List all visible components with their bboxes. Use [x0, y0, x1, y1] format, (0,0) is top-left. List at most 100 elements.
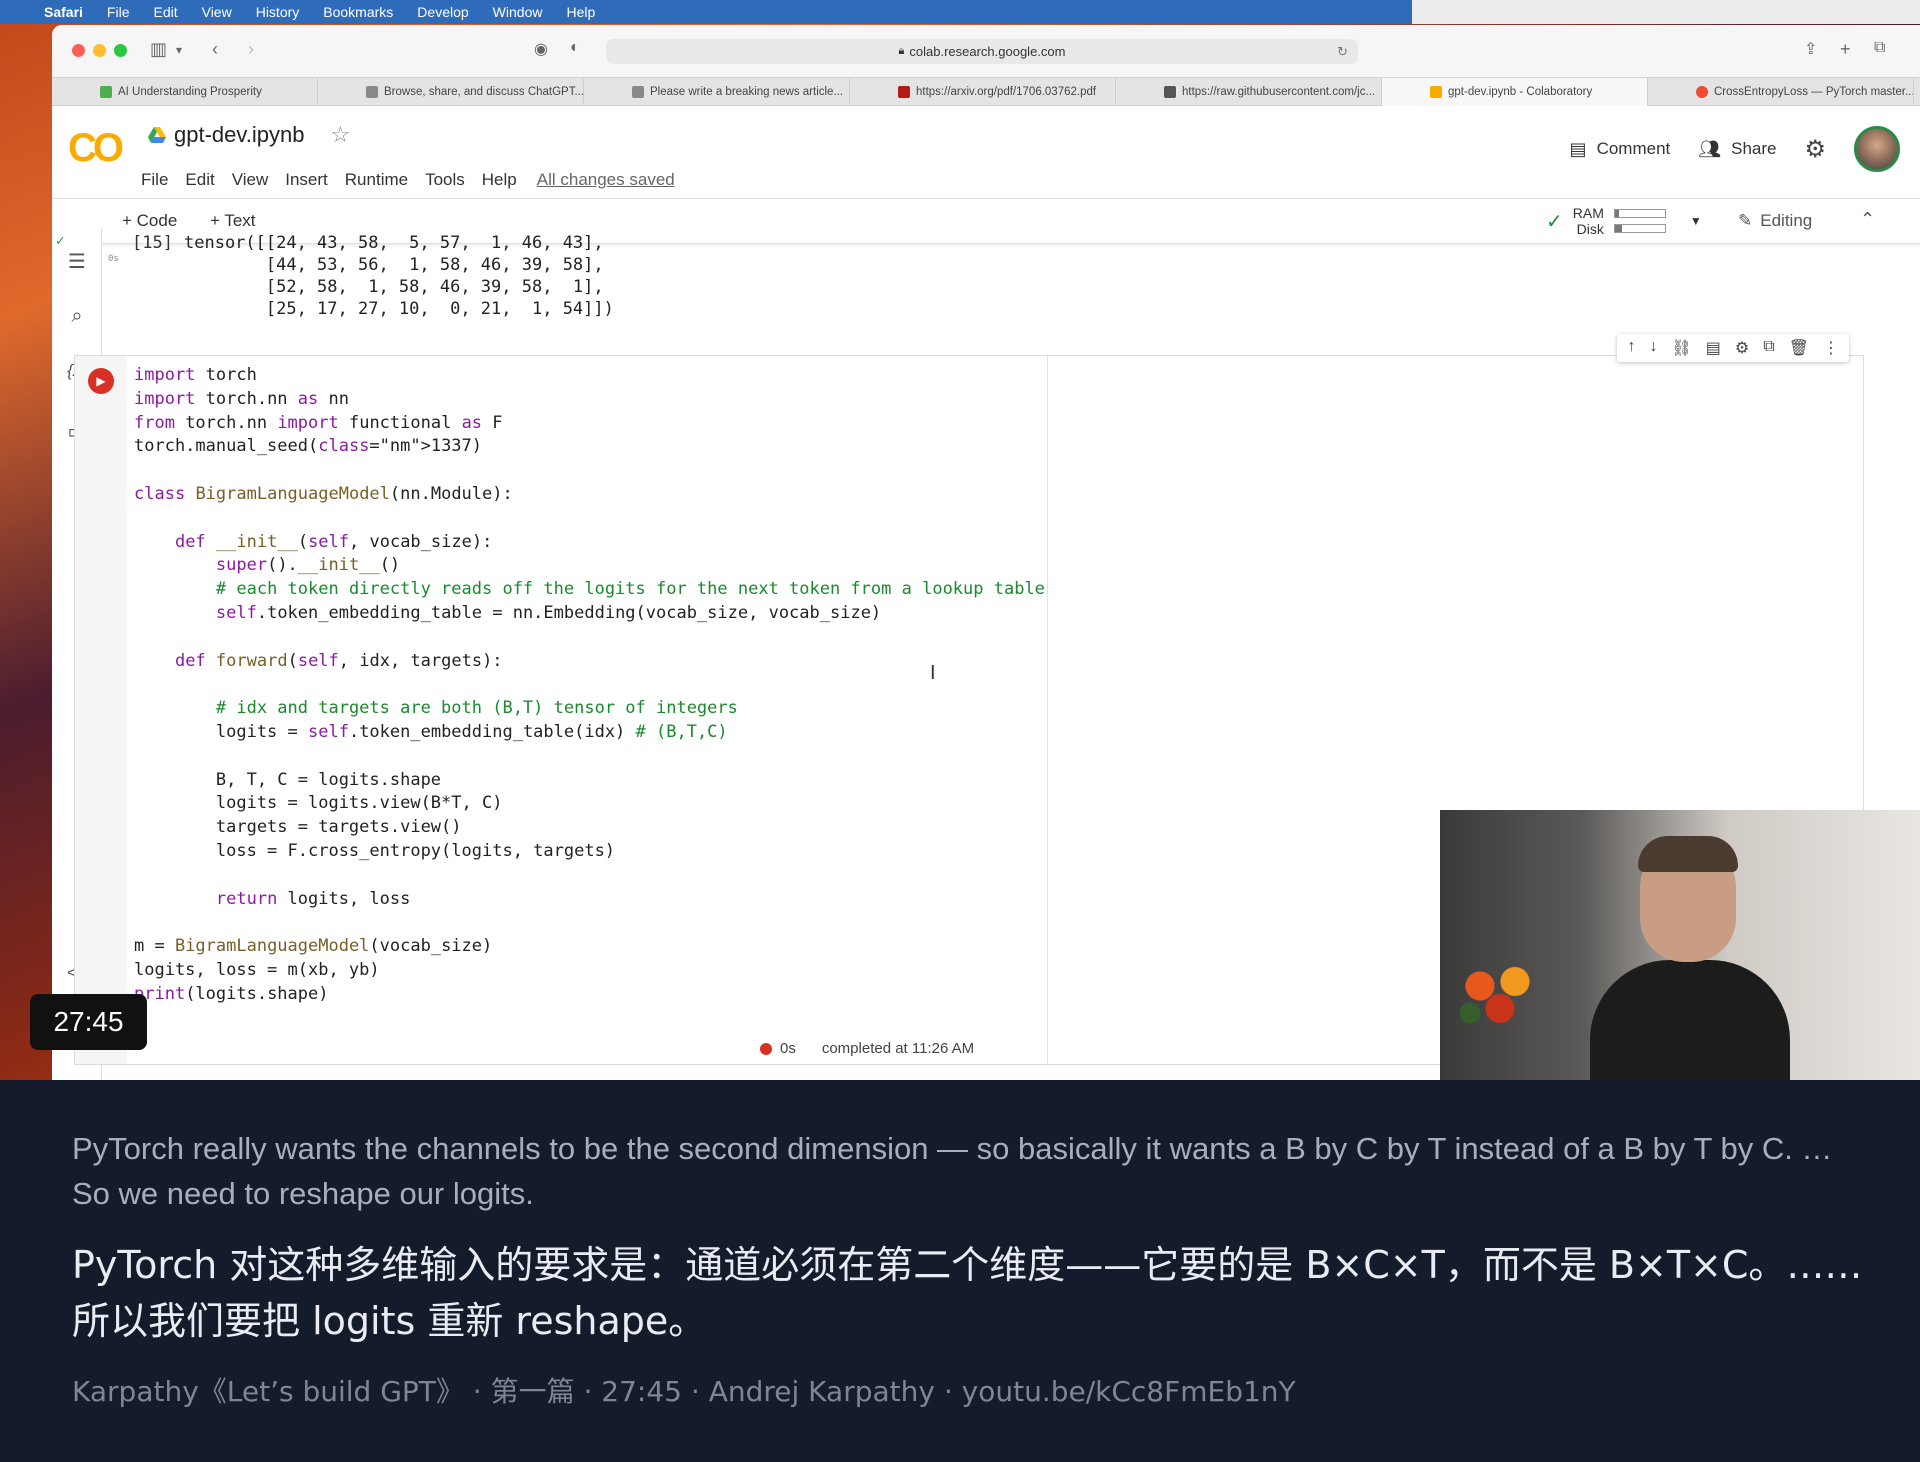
code-line[interactable]: torch.manual_seed(class="nm">1337) — [134, 435, 1045, 459]
code-line[interactable]: def forward(self, idx, targets): — [134, 650, 1045, 674]
tab-arxiv-pdf[interactable]: https://arxiv.org/pdf/1706.03762.pdf — [850, 78, 1116, 106]
code-line[interactable] — [134, 864, 1045, 888]
code-line[interactable]: logits = logits.view(B*T, C) — [134, 792, 1045, 816]
mirror-cell-icon[interactable]: ⧉ — [1763, 338, 1774, 358]
code-line[interactable]: class BigramLanguageModel(nn.Module): — [134, 483, 1045, 507]
colab-logo[interactable]: CO — [68, 126, 124, 171]
reload-icon[interactable]: ↻ — [1337, 44, 1348, 60]
editing-mode-button[interactable]: ✎ Editing — [1738, 211, 1812, 231]
run-cell-button[interactable]: ▶ — [88, 368, 114, 394]
comment-icon[interactable]: ▤ — [1706, 338, 1721, 358]
gear-icon[interactable]: ⚙ — [1804, 135, 1826, 164]
code-ruler — [1047, 356, 1048, 1064]
colab-menu-file[interactable]: File — [141, 170, 168, 190]
colab-menu-view[interactable]: View — [232, 170, 269, 190]
password-icon[interactable]: ◉ — [534, 39, 548, 59]
chevron-down-icon[interactable]: ▼ — [1690, 214, 1702, 228]
gear-icon[interactable]: ⚙ — [1735, 338, 1749, 358]
code-line[interactable]: logits, loss = m(xb, yb) — [134, 959, 1045, 983]
code-line[interactable]: return logits, loss — [134, 888, 1045, 912]
share-sheet-icon[interactable]: ⇪ — [1804, 39, 1817, 59]
delete-icon[interactable]: 🗑︎ — [1789, 338, 1809, 358]
code-line[interactable]: import torch — [134, 364, 1045, 388]
code-line[interactable]: def __init__(self, vocab_size): — [134, 531, 1045, 555]
code-line[interactable]: from torch.nn import functional as F — [134, 412, 1045, 436]
comment-button[interactable]: ▤ Comment — [1570, 139, 1671, 160]
move-down-icon[interactable]: ↓ — [1649, 338, 1657, 358]
menu-help[interactable]: Help — [566, 4, 595, 20]
code-line[interactable]: print(logits.shape) — [134, 983, 1045, 1007]
menu-file[interactable]: File — [107, 4, 130, 20]
tab-colab-active[interactable]: gpt-dev.ipynb - Colaboratory — [1382, 78, 1648, 106]
disk-meter — [1613, 224, 1666, 233]
code-line[interactable]: B, T, C = logits.shape — [134, 769, 1045, 793]
code-line[interactable] — [134, 626, 1045, 650]
code-line[interactable]: m = BigramLanguageModel(vocab_size) — [134, 935, 1045, 959]
menu-window[interactable]: Window — [493, 4, 543, 20]
menu-view[interactable]: View — [202, 4, 232, 20]
chevron-down-icon[interactable]: ▾ — [176, 43, 182, 57]
code-line[interactable]: super().__init__() — [134, 554, 1045, 578]
error-icon — [760, 1042, 772, 1055]
colab-menu-help[interactable]: Help — [482, 170, 517, 190]
minimize-window-button[interactable] — [93, 44, 106, 57]
colab-menu-runtime[interactable]: Runtime — [345, 170, 408, 190]
shield-icon[interactable]: ◐ — [570, 39, 580, 57]
tab-chatgpt-discuss[interactable]: Browse, share, and discuss ChatGPT... — [318, 78, 584, 106]
sidebar-toggle-icon[interactable]: ▥ — [150, 39, 167, 60]
colab-menu-insert[interactable]: Insert — [285, 170, 328, 190]
code-line[interactable]: targets = targets.view() — [134, 816, 1045, 840]
tab-ai-understanding[interactable]: AI Understanding Prosperity — [52, 78, 318, 106]
colab-menu-tools[interactable]: Tools — [425, 170, 465, 190]
code-line[interactable]: logits = self.token_embedding_table(idx)… — [134, 721, 1045, 745]
back-arrow-icon[interactable]: ‹ — [212, 39, 218, 60]
mouse-text-cursor: I — [930, 662, 936, 684]
tab-github-raw[interactable]: https://raw.githubusercontent.com/jc... — [1116, 78, 1382, 106]
move-up-icon[interactable]: ↑ — [1627, 338, 1635, 358]
code-line[interactable]: # idx and targets are both (B,T) tensor … — [134, 697, 1045, 721]
new-tab-icon[interactable]: + — [1840, 39, 1851, 60]
share-button[interactable]: 👥︎ Share — [1698, 139, 1776, 160]
address-bar[interactable]: 🔒︎ colab.research.google.com ↻ — [606, 39, 1358, 64]
code-line[interactable] — [134, 459, 1045, 483]
resource-monitor[interactable]: ✓ RAM Disk ▼ — [1546, 205, 1702, 237]
code-line[interactable] — [134, 673, 1045, 697]
code-editor[interactable]: import torch import torch.nn as nn from to… — [134, 364, 1045, 1007]
code-line[interactable]: self.token_embedding_table = nn.Embeddin… — [134, 602, 1045, 626]
tab-pytorch-docs[interactable]: CrossEntropyLoss — PyTorch master... — [1648, 78, 1914, 106]
save-status[interactable]: All changes saved — [537, 170, 675, 190]
code-line[interactable] — [134, 507, 1045, 531]
tab-bar: AI Understanding Prosperity Browse, shar… — [52, 77, 1920, 106]
google-drive-icon[interactable] — [148, 127, 166, 143]
tab-breaking-news[interactable]: Please write a breaking news article... — [584, 78, 850, 106]
more-options-icon[interactable]: ⋮ — [1823, 338, 1839, 358]
avatar[interactable] — [1854, 126, 1900, 172]
link-icon[interactable]: ⛓ — [1671, 338, 1691, 358]
add-code-button[interactable]: + Code — [122, 211, 177, 231]
tab-favicon — [100, 86, 112, 98]
menu-edit[interactable]: Edit — [153, 4, 177, 20]
close-window-button[interactable] — [72, 44, 85, 57]
status-bar: 0s completed at 11:26 AM — [760, 1040, 974, 1057]
code-line[interactable] — [134, 745, 1045, 769]
menu-develop[interactable]: Develop — [417, 4, 468, 20]
status-time: 0s — [760, 1040, 796, 1057]
tab-overview-icon[interactable]: ⧉ — [1874, 39, 1885, 57]
code-line[interactable]: # each token directly reads off the logi… — [134, 578, 1045, 602]
forward-arrow-icon[interactable]: › — [248, 39, 254, 60]
menu-app-name[interactable]: Safari — [44, 4, 83, 20]
code-line[interactable]: import torch.nn as nn — [134, 388, 1045, 412]
notebook-title[interactable]: gpt-dev.ipynb — [174, 122, 304, 148]
colab-menu-edit[interactable]: Edit — [185, 170, 214, 190]
code-line[interactable] — [134, 911, 1045, 935]
menu-bookmarks[interactable]: Bookmarks — [323, 4, 393, 20]
code-line[interactable]: loss = F.cross_entropy(logits, targets) — [134, 840, 1045, 864]
zoom-window-button[interactable] — [114, 44, 127, 57]
star-icon[interactable]: ☆ — [330, 122, 350, 148]
execution-success-icon: ✓ — [56, 233, 65, 249]
collapse-header-icon[interactable]: ⌃ — [1860, 209, 1875, 230]
add-text-button[interactable]: + Text — [210, 211, 256, 231]
browser-toolbar: ▥ ▾ ‹ › ◉ ◐ 🔒︎ colab.research.google.com… — [52, 25, 1920, 77]
menu-history[interactable]: History — [256, 4, 300, 20]
video-timestamp: 27:45 — [30, 994, 147, 1050]
